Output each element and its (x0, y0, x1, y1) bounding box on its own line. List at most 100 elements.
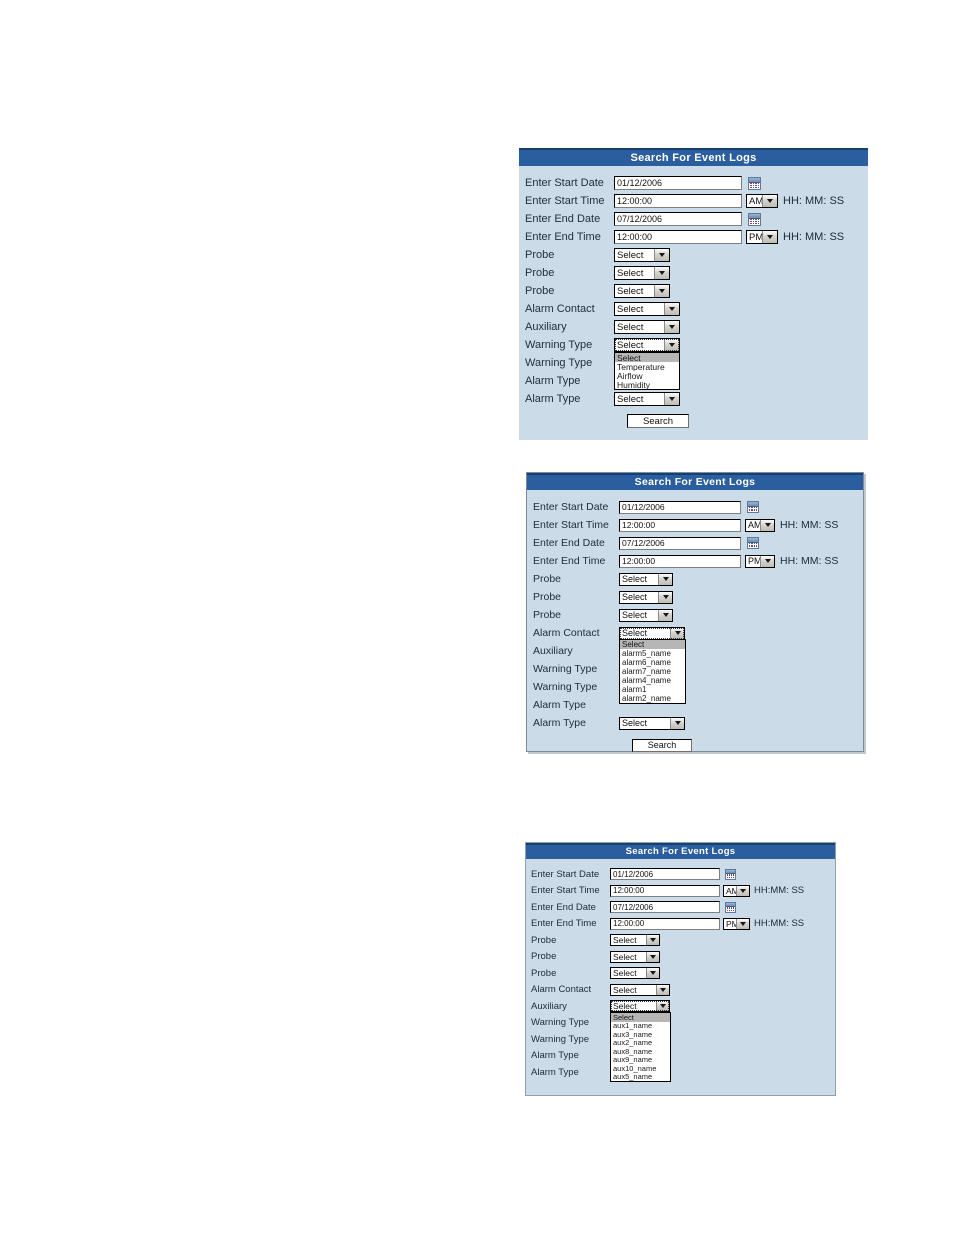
dropdown-option[interactable]: Temperature (615, 362, 679, 371)
start-time-input[interactable]: 12:00:00 (619, 518, 741, 532)
dropdown-option[interactable]: Airflow (615, 371, 679, 380)
auxiliary-dropdown-list[interactable]: Select aux1_name aux3_name aux2_name aux… (610, 1012, 671, 1082)
end-time-meridiem-select[interactable]: PM (723, 917, 750, 930)
probe-label: Probe (533, 573, 562, 585)
end-time-meridiem-select[interactable]: PM (745, 554, 775, 568)
chevron-down-icon (670, 717, 684, 729)
start-time-meridiem-select[interactable]: AM (723, 884, 750, 897)
warning-type-select-1[interactable]: Select (614, 338, 680, 352)
start-time-input[interactable]: 12:00:00 (610, 884, 720, 897)
auxiliary-select[interactable]: Select (614, 320, 680, 334)
start-date-input[interactable]: 01/12/2006 (614, 176, 742, 190)
calendar-icon[interactable] (748, 176, 761, 190)
alarm-contact-select[interactable]: Select (610, 983, 670, 996)
probe-select-3[interactable]: Select (614, 284, 670, 298)
end-date-label: Enter End Date (531, 901, 596, 913)
dropdown-option[interactable]: alarm5_name (620, 649, 685, 658)
probe-select-2-value: Select (613, 951, 637, 962)
dropdown-option[interactable]: alarm6_name (620, 658, 685, 667)
dropdown-option[interactable]: aux1_name (611, 1022, 670, 1031)
alarm-contact-select-value: Select (622, 628, 648, 638)
calendar-icon[interactable] (725, 868, 736, 880)
search-event-logs-panel-2: Search For Event Logs Enter Start Date 0… (526, 472, 864, 752)
dropdown-option[interactable]: Select (620, 640, 685, 649)
end-time-input[interactable]: 12:00:00 (619, 554, 741, 568)
calendar-icon[interactable] (725, 901, 736, 913)
probe-select-3[interactable]: Select (619, 608, 673, 622)
alarm-type-select-2[interactable]: Select (614, 392, 680, 406)
probe-select-2[interactable]: Select (614, 266, 670, 280)
start-time-label: Enter Start Time (531, 885, 600, 897)
dropdown-option[interactable]: Humidity (615, 380, 679, 389)
alarm-contact-select[interactable]: Select (619, 626, 685, 640)
dropdown-option[interactable]: alarm7_name (620, 667, 685, 676)
probe-select-3[interactable]: Select (610, 967, 660, 980)
end-time-meridiem-value: PM (749, 231, 762, 243)
alarm-contact-dropdown-list[interactable]: Select alarm5_name alarm6_name alarm7_na… (619, 639, 686, 704)
probe-select-1[interactable]: Select (610, 934, 660, 947)
dropdown-option[interactable]: Select (611, 1013, 670, 1022)
form-row-start-time: Enter Start Time 12:00:00 AM HH: MM: SS (527, 516, 863, 534)
chevron-down-icon (736, 918, 749, 929)
chevron-down-icon (736, 885, 749, 896)
alarm-contact-select[interactable]: Select (614, 302, 680, 316)
alarm-type-select-2[interactable]: Select (619, 716, 685, 730)
dropdown-option[interactable]: alarm1 (620, 685, 685, 694)
chevron-down-icon (658, 573, 672, 585)
probe-label: Probe (525, 267, 555, 279)
start-time-meridiem-select[interactable]: AM (746, 194, 778, 208)
auxiliary-label: Auxiliary (531, 1000, 567, 1012)
dropdown-option[interactable]: aux2_name (611, 1039, 670, 1048)
calendar-icon[interactable] (748, 212, 761, 226)
dropdown-option[interactable]: Select (615, 353, 679, 362)
end-date-input[interactable]: 07/12/2006 (619, 536, 741, 550)
start-date-input[interactable]: 01/12/2006 (619, 500, 741, 514)
probe-select-3-value: Select (617, 285, 644, 297)
alarm-type-label: Alarm Type (525, 375, 581, 387)
chevron-down-icon (656, 1001, 669, 1012)
warning-type-label: Warning Type (531, 1033, 590, 1045)
form-row-warning-type-1: Warning Type (527, 660, 863, 678)
form-row-warning-type-1: Warning Type Select Select Temperature A… (519, 336, 868, 390)
form-row-probe-1: Probe Select (526, 932, 835, 949)
end-date-input[interactable]: 07/12/2006 (614, 212, 742, 226)
panel-title: Search For Event Logs (519, 148, 868, 166)
search-button[interactable]: Search (632, 738, 692, 752)
form-row-end-date: Enter End Date 07/12/2006 (527, 534, 863, 552)
end-time-label: Enter End Time (533, 555, 606, 567)
dropdown-option[interactable]: aux3_name (611, 1030, 670, 1039)
warning-type-dropdown-list[interactable]: Select Temperature Airflow Humidity (614, 352, 680, 390)
chevron-down-icon (654, 267, 669, 279)
dropdown-option[interactable]: aux9_name (611, 1056, 670, 1065)
probe-label: Probe (525, 249, 555, 261)
dropdown-option[interactable]: aux5_name (611, 1073, 670, 1082)
chevron-down-icon (664, 303, 679, 315)
calendar-icon[interactable] (747, 537, 759, 549)
form-row-end-time: Enter End Time 12:00:00 PM HH:MM: SS (526, 916, 835, 933)
start-time-label: Enter Start Time (525, 195, 605, 207)
dropdown-option[interactable]: aux8_name (611, 1047, 670, 1056)
end-time-meridiem-select[interactable]: PM (746, 230, 778, 244)
start-date-input[interactable]: 01/12/2006 (610, 868, 720, 881)
form-row-probe-2: Probe Select (527, 588, 863, 606)
calendar-icon[interactable] (747, 501, 759, 513)
form-row-warning-type-1: Warning Type (526, 1015, 835, 1032)
end-time-meridiem-value: PM (726, 918, 736, 929)
probe-select-2[interactable]: Select (619, 590, 673, 604)
start-time-input[interactable]: 12:00:00 (614, 194, 742, 208)
dropdown-option[interactable]: alarm2_name (620, 694, 685, 703)
start-time-meridiem-select[interactable]: AM (745, 518, 775, 532)
start-time-format-hint: HH: MM: SS (780, 519, 839, 531)
search-button[interactable]: Search (627, 414, 689, 428)
chevron-down-icon (762, 195, 777, 207)
end-time-input[interactable]: 12:00:00 (614, 230, 742, 244)
dropdown-option[interactable]: aux10_name (611, 1064, 670, 1073)
probe-select-1[interactable]: Select (619, 572, 673, 586)
probe-select-1[interactable]: Select (614, 248, 670, 262)
end-time-input[interactable]: 12:00:00 (610, 917, 720, 930)
probe-select-2[interactable]: Select (610, 950, 660, 963)
auxiliary-select[interactable]: Select (610, 1000, 670, 1013)
end-date-input[interactable]: 07/12/2006 (610, 901, 720, 914)
chevron-down-icon (670, 627, 684, 639)
dropdown-option[interactable]: alarm4_name (620, 676, 685, 685)
